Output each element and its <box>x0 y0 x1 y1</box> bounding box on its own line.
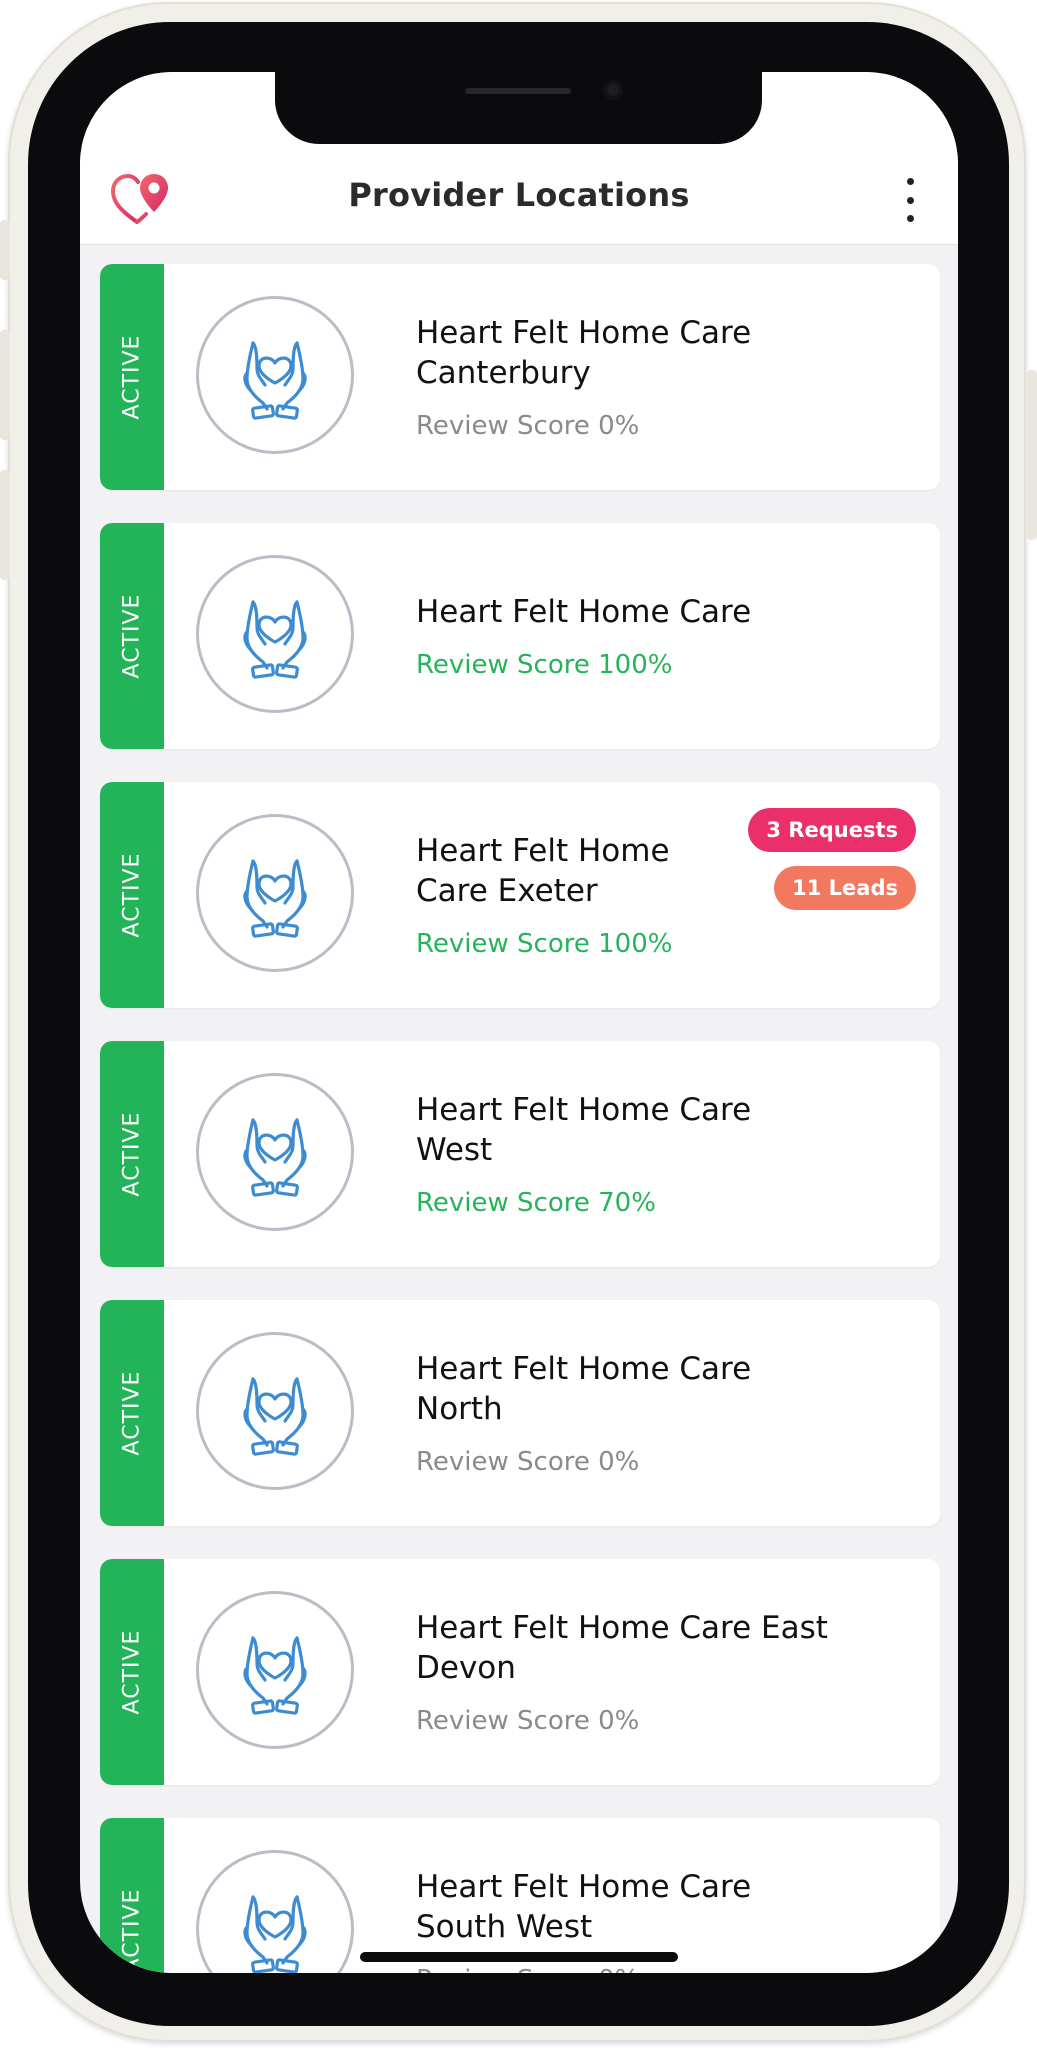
status-bar: ACTIVE <box>100 523 164 749</box>
provider-info: Heart Felt Home Care Review Score 100% <box>416 523 836 749</box>
provider-name: Heart Felt Home Care Canterbury <box>416 315 752 391</box>
provider-list: ACTIVE Heart Felt Home Care Canterbury R… <box>100 264 940 1973</box>
review-score: Review Score 0% <box>416 1706 640 1736</box>
caring-hands-heart-icon <box>196 1073 354 1231</box>
status-bar: ACTIVE <box>100 1041 164 1267</box>
provider-card[interactable]: ACTIVE Heart Felt Home Care Canterbury R… <box>100 264 940 490</box>
provider-card[interactable]: ACTIVE Heart Felt Home Care South West R… <box>100 1818 940 1973</box>
status-bar: ACTIVE <box>100 1300 164 1526</box>
status-bar: ACTIVE <box>100 782 164 1008</box>
caring-hands-heart-icon <box>196 555 354 713</box>
provider-info: Heart Felt Home Care East Devon Review S… <box>416 1559 836 1785</box>
caring-hands-heart-icon <box>196 1850 354 1973</box>
provider-card[interactable]: ACTIVE Heart Felt Home Care West Review … <box>100 1041 940 1267</box>
front-camera <box>603 80 623 100</box>
status-bar: ACTIVE <box>100 1818 164 1973</box>
caring-hands-heart-icon <box>196 814 354 972</box>
caring-hands-heart-icon <box>196 296 354 454</box>
phone-volume-down <box>0 470 10 580</box>
provider-info: Heart Felt Home Care North Review Score … <box>416 1300 836 1526</box>
status-label: ACTIVE <box>119 1888 145 1973</box>
provider-name: Heart Felt Home Care Exeter <box>416 833 670 909</box>
phone-volume-up <box>0 330 10 440</box>
provider-info: Heart Felt Home Care Canterbury Review S… <box>416 264 836 490</box>
status-bar: ACTIVE <box>100 1559 164 1785</box>
status-label: ACTIVE <box>119 1370 145 1456</box>
status-bar: ACTIVE <box>100 264 164 490</box>
leads-badge[interactable]: 11 Leads <box>774 866 916 910</box>
provider-name: Heart Felt Home Care South West <box>416 1869 752 1945</box>
review-score: Review Score 0% <box>416 1447 640 1477</box>
status-label: ACTIVE <box>119 1111 145 1197</box>
review-score: Review Score 0% <box>416 411 640 441</box>
review-score: Review Score 100% <box>416 929 673 959</box>
provider-info: Heart Felt Home Care South West Review S… <box>416 1818 836 1973</box>
device-notch <box>275 72 762 144</box>
speaker-grille <box>465 88 571 94</box>
provider-info: Heart Felt Home Care West Review Score 7… <box>416 1041 836 1267</box>
provider-info: Heart Felt Home Care Exeter Review Score… <box>416 782 676 1008</box>
caring-hands-heart-icon <box>196 1332 354 1490</box>
status-label: ACTIVE <box>119 1629 145 1715</box>
status-label: ACTIVE <box>119 852 145 938</box>
provider-name: Heart Felt Home Care West <box>416 1092 752 1168</box>
review-score: Review Score 0% <box>416 1965 836 1973</box>
review-score: Review Score 100% <box>416 650 673 680</box>
requests-badge[interactable]: 3 Requests <box>748 808 916 852</box>
provider-card[interactable]: ACTIVE Heart Felt Home Care Exeter Revie… <box>100 782 940 1008</box>
provider-badges: 3 Requests 11 Leads <box>748 808 916 910</box>
kebab-menu-icon[interactable] <box>902 178 918 222</box>
phone-side-button <box>0 220 10 280</box>
provider-card[interactable]: ACTIVE Heart Felt Home Care East Devon R… <box>100 1559 940 1785</box>
status-label: ACTIVE <box>119 593 145 679</box>
app-screen: Provider Locations ACTIVE Heart Felt Hom… <box>80 72 958 1973</box>
caring-hands-heart-icon <box>196 1591 354 1749</box>
page-title: Provider Locations <box>348 176 690 214</box>
provider-name: Heart Felt Home Care North <box>416 1351 752 1427</box>
provider-card[interactable]: ACTIVE Heart Felt Home Care North Review… <box>100 1300 940 1526</box>
provider-name: Heart Felt Home Care East Devon <box>416 1610 828 1686</box>
review-score: Review Score 70% <box>416 1188 656 1218</box>
provider-card[interactable]: ACTIVE Heart Felt Home Care Review Score… <box>100 523 940 749</box>
phone-power-button <box>1027 370 1037 540</box>
status-label: ACTIVE <box>119 334 145 420</box>
provider-name: Heart Felt Home Care <box>416 594 752 630</box>
home-indicator[interactable] <box>360 1952 678 1962</box>
